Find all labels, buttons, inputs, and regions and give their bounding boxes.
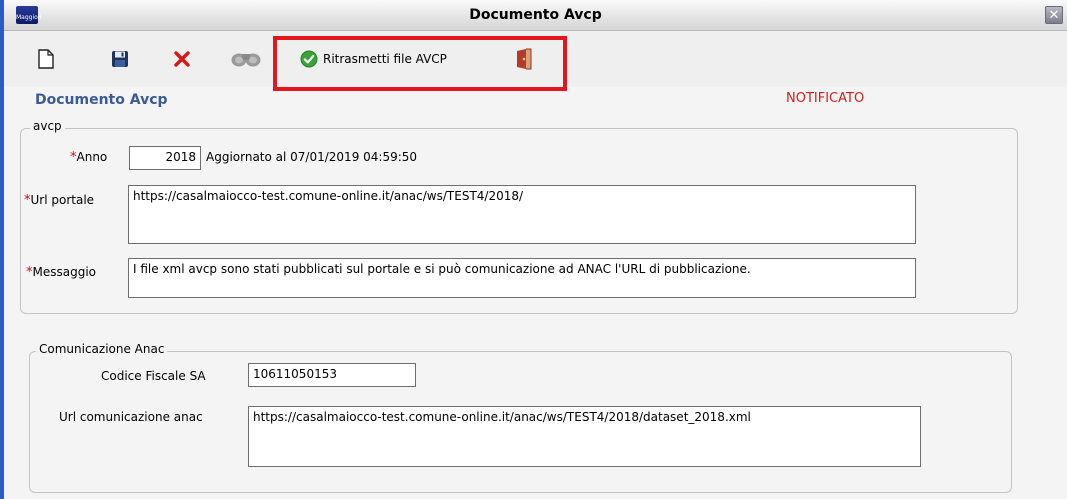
delete-x-icon [174, 51, 190, 67]
messaggio-label-text: Messaggio [32, 265, 97, 279]
binoculars-icon [231, 53, 261, 67]
page-title: Documento Avcp [35, 92, 168, 108]
status-badge: NOTIFICATO [786, 91, 865, 106]
url-comunicazione-field[interactable]: https://casalmaiocco-test.comune-online.… [248, 406, 921, 467]
avcp-group-legend: avcp [30, 119, 65, 133]
highlight-frame [273, 36, 567, 91]
anac-group-legend: Comunicazione Anac [36, 342, 168, 356]
url-portale-label: *Url portale [24, 193, 94, 208]
messaggio-field[interactable]: I file xml avcp sono stati pubblicati su… [128, 258, 916, 298]
save-button[interactable] [108, 45, 132, 73]
codice-fiscale-input[interactable]: 10611050153 [248, 363, 416, 387]
search-button[interactable] [230, 45, 262, 73]
url-portale-field[interactable]: https://casalmaiocco-test.comune-online.… [128, 185, 916, 244]
codice-fiscale-label: Codice Fiscale SA [101, 369, 206, 383]
url-portale-label-text: Url portale [30, 193, 95, 207]
anno-label-text: Anno [76, 150, 108, 164]
messaggio-label: *Messaggio [26, 265, 96, 280]
anno-input[interactable]: 2018 [129, 146, 201, 170]
document-window: Maggioli Documento Avcp ✕ Ritrasmetti fi… [0, 0, 1067, 499]
url-comunicazione-label: Url comunicazione anac [59, 410, 203, 424]
window-title: Documento Avcp [469, 7, 602, 23]
updated-timestamp: Aggiornato al 07/01/2019 04:59:50 [206, 150, 418, 164]
anno-label: *Anno [70, 150, 107, 165]
new-document-icon [38, 49, 54, 69]
title-bar[interactable]: Maggioli Documento Avcp ✕ [4, 0, 1067, 31]
new-document-button[interactable] [34, 45, 58, 73]
close-window-button[interactable]: ✕ [1045, 6, 1063, 24]
save-disk-icon [112, 51, 128, 67]
delete-button[interactable] [170, 45, 194, 73]
